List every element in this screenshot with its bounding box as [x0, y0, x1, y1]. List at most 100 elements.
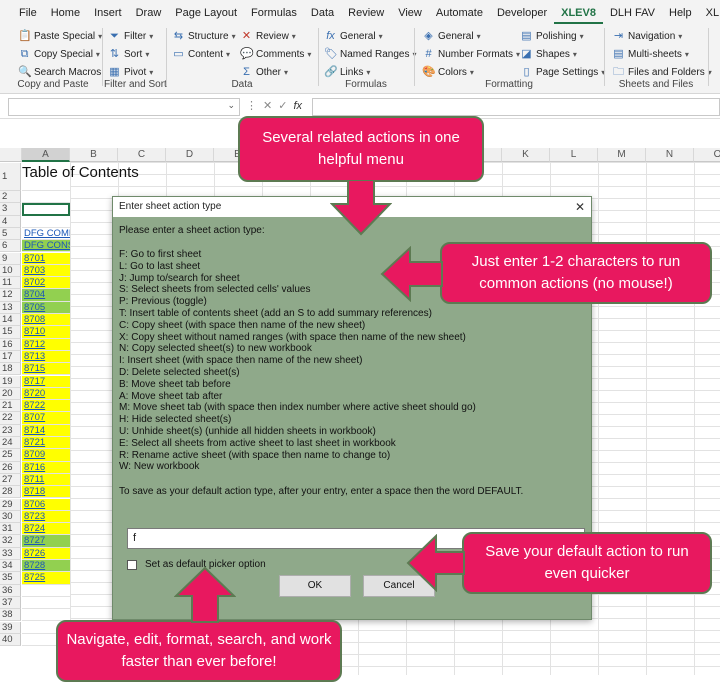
sheet-link-cell[interactable]: 8710: [22, 326, 70, 339]
cell-text[interactable]: 8723: [24, 511, 45, 522]
row-header[interactable]: 38: [0, 609, 21, 622]
sheet-link-cell[interactable]: 8713: [22, 350, 70, 364]
sheet-link-cell[interactable]: 8704: [22, 289, 70, 302]
sheet-link-cell[interactable]: 8725: [22, 572, 70, 585]
sheet-link-cell[interactable]: 8701: [22, 252, 70, 265]
cell-text[interactable]: 8709: [24, 449, 45, 460]
cell-text[interactable]: 8715: [24, 363, 45, 374]
sheet-link-cell[interactable]: 8717: [22, 375, 70, 388]
row-header[interactable]: 32: [0, 535, 21, 548]
chevron-down-icon[interactable]: ⌄: [227, 100, 235, 111]
cell-text[interactable]: 8712: [24, 339, 45, 350]
row-header[interactable]: 34: [0, 560, 21, 573]
sheet-link-cell[interactable]: 8718: [22, 486, 70, 499]
row-header[interactable]: 17: [0, 350, 21, 364]
cell-text[interactable]: 8718: [24, 486, 45, 497]
shapes-button[interactable]: ◪ Shapes ▾: [520, 46, 577, 63]
cell[interactable]: [22, 216, 70, 228]
row-header[interactable]: 12: [0, 289, 21, 302]
sheet-link-cell[interactable]: 8706: [22, 498, 70, 511]
cell-text[interactable]: 8727: [24, 535, 45, 546]
tab-dlh-fav[interactable]: DLH FAV: [603, 0, 662, 24]
name-box[interactable]: ⌄: [8, 98, 240, 116]
tab-help[interactable]: Help: [662, 0, 699, 24]
sheet-link-cell[interactable]: 8727: [22, 535, 70, 548]
cell-text[interactable]: 8708: [24, 314, 45, 325]
row-header[interactable]: 28: [0, 486, 21, 499]
tab-page-layout[interactable]: Page Layout: [168, 0, 244, 24]
cell-text[interactable]: 8724: [24, 523, 45, 534]
row-header[interactable]: 26: [0, 461, 21, 474]
cell[interactable]: [22, 585, 70, 597]
formula-input[interactable]: [312, 98, 720, 116]
tab-review[interactable]: Review: [341, 0, 391, 24]
cell-text[interactable]: 8705: [24, 302, 45, 313]
sheet-link-cell[interactable]: 8721: [22, 437, 70, 450]
column-header-N[interactable]: N: [646, 148, 694, 162]
tab-draw[interactable]: Draw: [129, 0, 169, 24]
row-header[interactable]: 33: [0, 547, 21, 560]
row-header[interactable]: 39: [0, 621, 21, 634]
row-header[interactable]: 29: [0, 498, 21, 511]
sheet-link-cell[interactable]: 8726: [22, 547, 70, 560]
row-header[interactable]: 9: [0, 252, 21, 265]
number-formats-button[interactable]: # Number Formats ▾: [422, 46, 520, 63]
tab-file[interactable]: File: [12, 0, 44, 24]
row-header[interactable]: 4: [0, 215, 21, 228]
fx-icon[interactable]: fx: [293, 100, 302, 112]
cell-text[interactable]: 8721: [24, 437, 45, 448]
select-all-corner[interactable]: [0, 148, 22, 162]
cell-text[interactable]: DFG CONS: [24, 240, 70, 251]
row-header[interactable]: 10: [0, 264, 21, 278]
row-header[interactable]: 6: [0, 240, 21, 253]
row-header[interactable]: 15: [0, 326, 21, 339]
row-header[interactable]: 40: [0, 633, 21, 647]
sheet-link-cell[interactable]: 8705: [22, 301, 70, 314]
sheet-link-cell[interactable]: 8728: [22, 560, 70, 573]
row-header[interactable]: 37: [0, 596, 21, 610]
cell-text[interactable]: 8717: [24, 376, 45, 387]
tab-data[interactable]: Data: [304, 0, 341, 24]
cell-text[interactable]: 8720: [24, 388, 45, 399]
row-header[interactable]: 23: [0, 424, 21, 437]
row-header[interactable]: 11: [0, 277, 21, 290]
cell-text[interactable]: 8725: [24, 572, 45, 583]
row-header[interactable]: 5: [0, 227, 21, 241]
cell-text[interactable]: 8704: [24, 289, 45, 300]
row-header[interactable]: 18: [0, 363, 21, 376]
row-header[interactable]: 30: [0, 510, 21, 524]
row-header[interactable]: 35: [0, 572, 21, 585]
row-header[interactable]: 13: [0, 301, 21, 314]
polishing-button[interactable]: ▤ Polishing ▾: [520, 28, 583, 45]
sheet-link-cell[interactable]: 8707: [22, 412, 70, 425]
cell[interactable]: [22, 203, 70, 216]
cell-text[interactable]: 8702: [24, 277, 45, 288]
row-header[interactable]: 1: [0, 163, 21, 191]
column-header-M[interactable]: M: [598, 148, 646, 162]
column-header-C[interactable]: C: [118, 148, 166, 162]
sheet-link-cell[interactable]: 8724: [22, 523, 70, 536]
row-header[interactable]: 24: [0, 437, 21, 450]
column-header-B[interactable]: B: [70, 148, 118, 162]
tab-home[interactable]: Home: [44, 0, 87, 24]
navigation-button[interactable]: ⇥ Navigation ▾: [612, 28, 682, 45]
content-button[interactable]: ▭ Content ▾: [172, 46, 230, 63]
column-header-D[interactable]: D: [166, 148, 214, 162]
row-header[interactable]: 27: [0, 473, 21, 487]
paste-special-button[interactable]: 📋 Paste Special ▾: [18, 28, 102, 45]
sheet-link-cell[interactable]: 8716: [22, 461, 70, 474]
comments-button[interactable]: 💬 Comments ▾: [240, 46, 311, 63]
row-header[interactable]: 36: [0, 584, 21, 597]
row-header[interactable]: 16: [0, 338, 21, 351]
column-header-L[interactable]: L: [550, 148, 598, 162]
row-header[interactable]: 14: [0, 314, 21, 327]
general-format-button[interactable]: ◈ General ▾: [422, 28, 480, 45]
copy-special-button[interactable]: ⧉ Copy Special ▾: [18, 46, 100, 63]
row-header[interactable]: 19: [0, 375, 21, 388]
tab-automate[interactable]: Automate: [429, 0, 490, 24]
tab-developer[interactable]: Developer: [490, 0, 554, 24]
sheet-link-cell[interactable]: 8709: [22, 449, 70, 462]
sheet-link-cell[interactable]: 8722: [22, 400, 70, 413]
sheet-link-cell[interactable]: 8715: [22, 363, 70, 376]
tab-xlev8[interactable]: XLEV8: [554, 0, 603, 24]
